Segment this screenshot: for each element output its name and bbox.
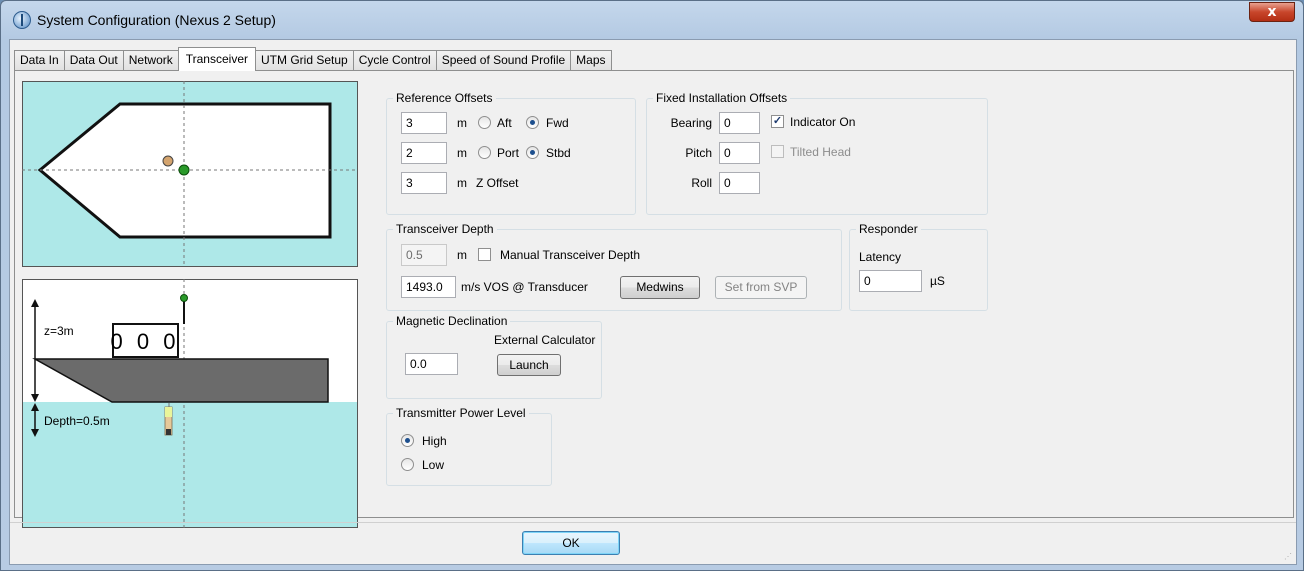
latency-input[interactable]: 0 [859,270,922,292]
fixed-installation-offsets-group: Fixed Installation Offsets Bearing 0 ✓ I… [646,91,988,215]
tab-cycle-control[interactable]: Cycle Control [352,50,437,71]
external-calculator-label: External Calculator [494,333,596,347]
dialog-client-area: Data In Data Out Network Transceiver UTM… [9,39,1297,565]
tab-strip: Data In Data Out Network Transceiver UTM… [14,47,612,71]
portholes-text: 0 0 0 [111,329,180,354]
power-low-label: Low [422,458,445,472]
fwd-radio[interactable] [526,116,539,129]
fwd-label: Fwd [546,116,569,130]
close-button[interactable]: x [1249,2,1295,22]
ok-button[interactable]: OK [522,531,620,555]
system-configuration-window: System Configuration (Nexus 2 Setup) x D… [0,0,1304,571]
starboard-offset-unit: m [457,146,467,160]
depth-label: Depth=0.5m [44,414,110,428]
aft-radio[interactable] [478,116,491,129]
medwins-button[interactable]: Medwins [620,276,700,299]
z-offset-unit: m [457,176,467,190]
tab-transceiver[interactable]: Transceiver [177,47,256,71]
set-from-svp-button[interactable]: Set from SVP [715,276,807,299]
bearing-input[interactable]: 0 [719,112,760,134]
vessel-top-view-diagram [22,81,358,267]
magnetic-declination-title: Magnetic Declination [393,314,511,328]
transceiver-depth-group: Transceiver Depth 0.5 m Manual Transceiv… [386,222,842,311]
depth-unit: m [457,248,467,262]
tilted-head-label: Tilted Head [790,145,851,159]
power-high-label: High [422,434,447,448]
launch-button[interactable]: Launch [497,354,561,376]
reference-offsets-group: Reference Offsets 3 m Aft Fwd 2 m Port S… [386,91,636,215]
reference-point-marker [162,155,174,167]
vos-input[interactable]: 1493.0 [401,276,456,298]
stbd-label: Stbd [546,146,571,160]
z-offset-label: z=3m [44,324,74,338]
tilted-head-checkbox[interactable] [771,145,784,158]
transmitter-power-group: Transmitter Power Level High Low [386,406,552,486]
z-offset-text: Z Offset [476,176,519,190]
tab-speed-of-sound-profile[interactable]: Speed of Sound Profile [435,50,572,71]
roll-label: Roll [691,176,712,190]
forward-offset-input[interactable]: 3 [401,112,447,134]
stbd-radio[interactable] [526,146,539,159]
transceiver-tab-panel: 0 0 0 z=3m Depth=0.5m Reference Offsets … [14,70,1294,528]
manual-depth-label: Manual Transceiver Depth [500,248,641,262]
fixed-installation-title: Fixed Installation Offsets [653,91,791,105]
title-bar: System Configuration (Nexus 2 Setup) x [1,1,1303,39]
vos-label: m/s VOS @ Transducer [461,280,588,294]
mast-marker-icon [180,294,188,302]
pitch-label: Pitch [685,146,712,160]
resize-grip-icon[interactable]: ⋰ [1284,552,1294,562]
tab-data-in[interactable]: Data In [14,50,65,71]
power-high-radio[interactable] [401,434,414,447]
bearing-label: Bearing [670,116,712,130]
manual-depth-checkbox[interactable] [478,248,491,261]
port-radio[interactable] [478,146,491,159]
tab-network[interactable]: Network [122,50,179,71]
indicator-on-label: Indicator On [790,115,856,129]
window-title: System Configuration (Nexus 2 Setup) [37,12,276,28]
declination-input[interactable]: 0.0 [405,353,458,375]
reference-offsets-title: Reference Offsets [393,91,496,105]
aft-label: Aft [497,116,512,130]
indicator-on-checkbox[interactable]: ✓ [771,115,784,128]
transceiver-depth-title: Transceiver Depth [393,222,497,236]
forward-offset-unit: m [457,116,467,130]
latency-unit: µS [930,274,945,288]
vessel-side-view-diagram: 0 0 0 z=3m Depth=0.5m [22,279,358,528]
magnetic-declination-group: Magnetic Declination External Calculator… [386,314,602,399]
app-icon [13,11,31,29]
transceiver-marker [178,164,190,176]
latency-label: Latency [859,250,902,264]
power-low-radio[interactable] [401,458,414,471]
responder-title: Responder [856,222,921,236]
tab-maps[interactable]: Maps [570,50,612,71]
dialog-footer [10,522,1296,566]
transmitter-power-title: Transmitter Power Level [393,406,529,420]
starboard-offset-input[interactable]: 2 [401,142,447,164]
responder-group: Responder Latency 0 µS [849,222,988,311]
tab-utm-grid-setup[interactable]: UTM Grid Setup [255,50,354,71]
roll-input[interactable]: 0 [719,172,760,194]
z-offset-input[interactable]: 3 [401,172,447,194]
pitch-input[interactable]: 0 [719,142,760,164]
tab-data-out[interactable]: Data Out [63,50,124,71]
port-label: Port [497,146,520,160]
depth-input[interactable]: 0.5 [401,244,447,266]
